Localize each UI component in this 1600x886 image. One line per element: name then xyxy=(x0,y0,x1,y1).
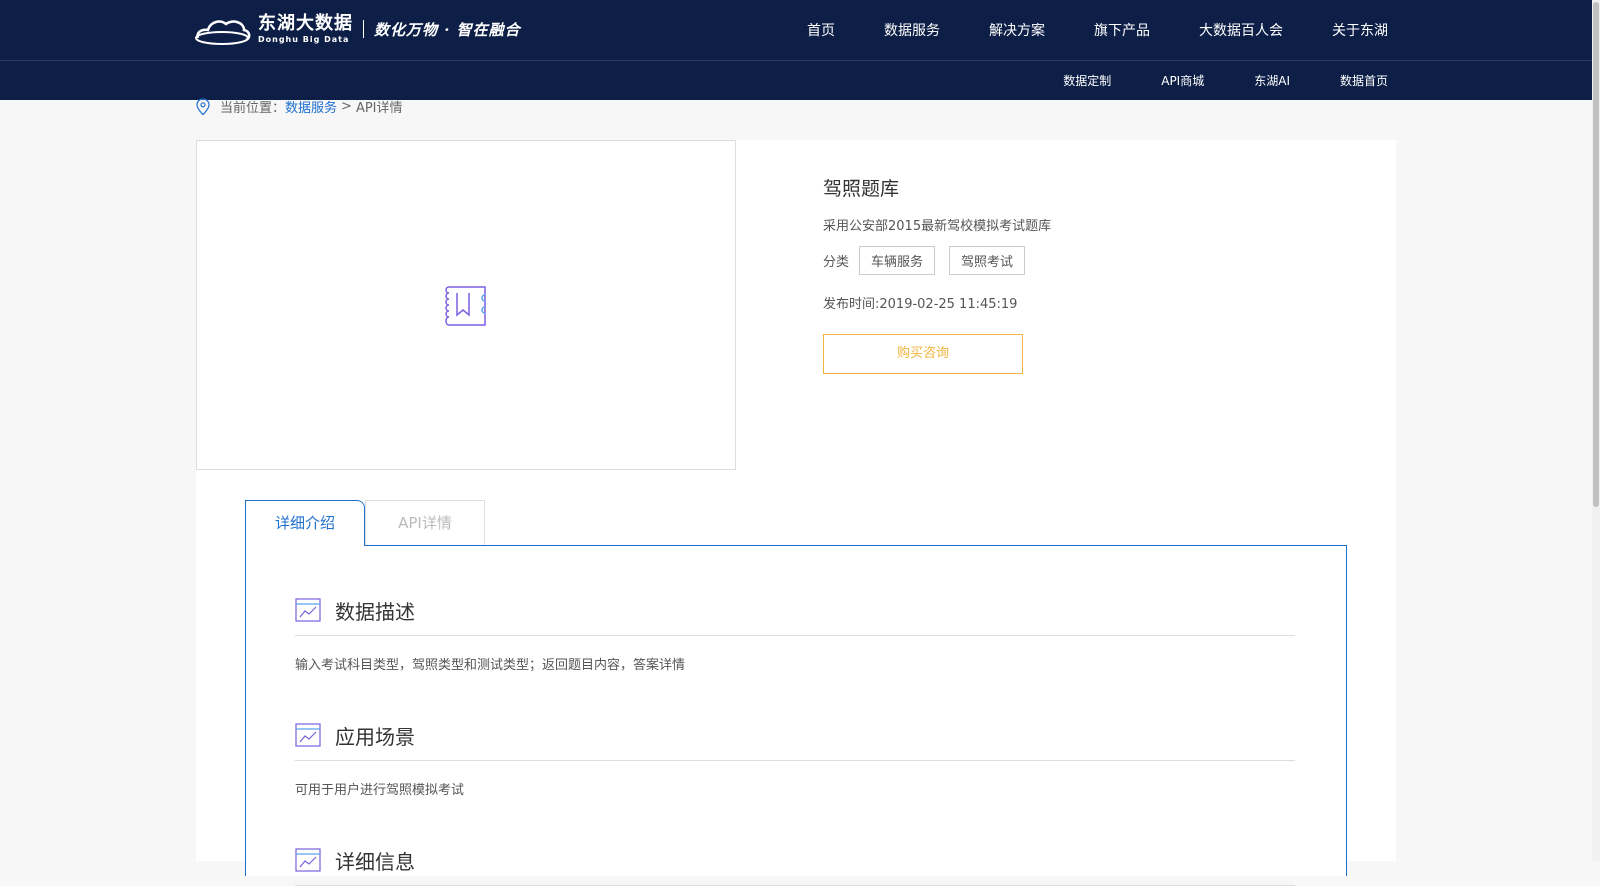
section-title: 数据描述 xyxy=(335,599,415,624)
sub-nav: 数据定制 API商城 东湖AI 数据首页 xyxy=(1013,61,1388,100)
detail-area: 详细介绍 API详情 数据描述 输入考试科目类型，驾照类型和测试类型；返回题目内… xyxy=(196,470,1396,886)
section-title: 应用场景 xyxy=(335,724,415,749)
chart-window-icon xyxy=(295,848,321,872)
breadcrumb-link-data-services[interactable]: 数据服务 xyxy=(285,97,337,116)
location-pin-icon xyxy=(196,97,210,115)
breadcrumb-separator: > xyxy=(341,99,352,114)
nav-solutions[interactable]: 解决方案 xyxy=(989,20,1045,40)
page-scrollbar[interactable] xyxy=(1592,0,1600,861)
section-body: 可用于用户进行驾照模拟考试 xyxy=(295,783,465,798)
publish-time: 发布时间:2019-02-25 11:45:19 xyxy=(823,297,1018,312)
logo-divider xyxy=(363,20,364,38)
detail-tabs: 详细介绍 API详情 xyxy=(245,500,485,546)
bookmark-book-icon xyxy=(445,286,486,326)
breadcrumb-prefix: 当前位置： xyxy=(220,101,286,116)
scrollbar-thumb[interactable] xyxy=(1593,2,1599,507)
product-info: 驾照题库 采用公安部2015最新驾校模拟考试题库 分类 车辆服务 驾照考试 发布… xyxy=(823,174,1323,374)
subnav-data-home[interactable]: 数据首页 xyxy=(1340,72,1388,89)
nav-data-services[interactable]: 数据服务 xyxy=(884,20,940,40)
tab-detail-intro[interactable]: 详细介绍 xyxy=(245,500,365,546)
nav-about[interactable]: 关于东湖 xyxy=(1332,20,1388,40)
section-data-description: 数据描述 输入考试科目类型，驾照类型和测试类型；返回题目内容，答案详情 xyxy=(295,595,1295,673)
main-nav: 首页 数据服务 解决方案 旗下产品 大数据百人会 关于东湖 xyxy=(758,0,1388,60)
category-row: 分类 车辆服务 驾照考试 xyxy=(823,246,1323,275)
section-header: 详细信息 xyxy=(295,845,1295,886)
top-header: 东湖大数据 Donghu Big Data 数化万物 · 智在融合 首页 数据服… xyxy=(0,0,1592,61)
logo[interactable]: 东湖大数据 Donghu Big Data 数化万物 · 智在融合 xyxy=(194,12,521,46)
tab-panel: 数据描述 输入考试科目类型，驾照类型和测试类型；返回题目内容，答案详情 应用场景… xyxy=(245,545,1347,886)
subnav-data-customization[interactable]: 数据定制 xyxy=(1063,72,1111,89)
cloud-logo-icon xyxy=(195,20,251,45)
section-detail-info: 详细信息 xyxy=(295,845,1295,886)
product-image xyxy=(196,140,736,470)
nav-bigdata-club[interactable]: 大数据百人会 xyxy=(1199,20,1283,40)
section-use-cases: 应用场景 可用于用户进行驾照模拟考试 xyxy=(295,720,1295,798)
buy-consult-button[interactable]: 购买咨询 xyxy=(823,334,1023,374)
logo-english-name: Donghu Big Data xyxy=(258,34,350,44)
tab-api-detail[interactable]: API详情 xyxy=(365,500,485,545)
subnav-donghu-ai[interactable]: 东湖AI xyxy=(1254,72,1290,89)
logo-slogan: 数化万物 · 智在融合 xyxy=(374,20,521,39)
breadcrumb: 当前位置： 数据服务 > API详情 xyxy=(196,97,403,116)
nav-home[interactable]: 首页 xyxy=(807,20,835,40)
breadcrumb-current: API详情 xyxy=(355,101,403,116)
logo-name: 东湖大数据 xyxy=(258,12,353,34)
nav-products[interactable]: 旗下产品 xyxy=(1094,20,1150,40)
subnav-api-mall[interactable]: API商城 xyxy=(1161,72,1204,89)
section-body: 输入考试科目类型，驾照类型和测试类型；返回题目内容，答案详情 xyxy=(295,658,686,673)
category-label: 分类 xyxy=(823,255,850,270)
section-title: 详细信息 xyxy=(335,849,415,874)
sub-header: 数据定制 API商城 东湖AI 数据首页 xyxy=(0,61,1592,100)
section-header: 数据描述 xyxy=(295,595,1295,636)
product-description: 采用公安部2015最新驾校模拟考试题库 xyxy=(823,219,1052,234)
chart-window-icon xyxy=(295,598,321,622)
chart-window-icon xyxy=(295,723,321,747)
section-header: 应用场景 xyxy=(295,720,1295,761)
tag-driving-exam[interactable]: 驾照考试 xyxy=(949,246,1026,275)
product-title: 驾照题库 xyxy=(823,178,900,200)
product-card: 驾照题库 采用公安部2015最新驾校模拟考试题库 分类 车辆服务 驾照考试 发布… xyxy=(196,140,1396,470)
tag-vehicle-services[interactable]: 车辆服务 xyxy=(859,246,936,275)
